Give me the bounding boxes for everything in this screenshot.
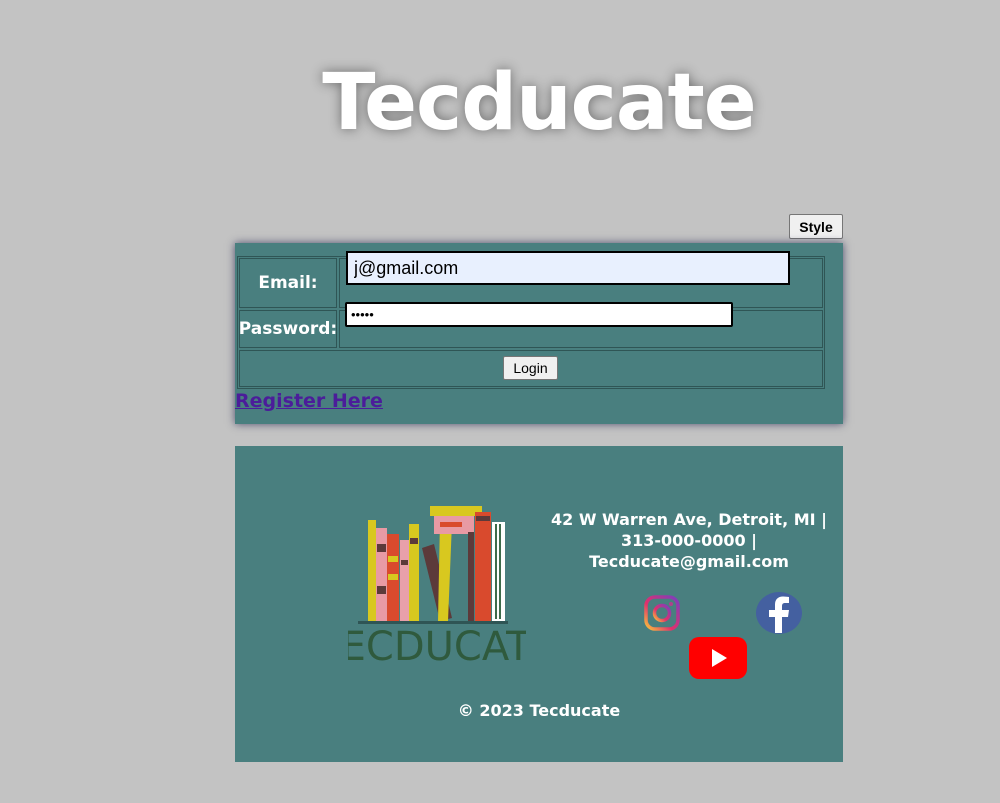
phone: 313-000-0000 | bbox=[620, 531, 758, 550]
copyright: © 2023 Tecducate bbox=[457, 701, 621, 720]
style-button[interactable]: Style bbox=[789, 214, 843, 239]
contact-email: Tecducate@gmail.com bbox=[589, 552, 789, 571]
address: 42 W Warren Ave, Detroit, MI | bbox=[551, 510, 827, 529]
password-field[interactable] bbox=[345, 302, 733, 327]
email-label: Email: bbox=[239, 258, 337, 308]
logo-wordmark: TECDUCATE bbox=[348, 624, 526, 666]
password-label: Password: bbox=[239, 310, 337, 348]
footer: TECDUCATE 42 W Warren Ave, Detroit, MI |… bbox=[235, 446, 843, 762]
youtube-icon[interactable] bbox=[689, 637, 747, 679]
instagram-icon[interactable] bbox=[643, 594, 681, 632]
tecducate-logo: TECDUCATE bbox=[348, 506, 526, 666]
site-title: Tecducate bbox=[322, 58, 756, 148]
login-button[interactable]: Login bbox=[503, 356, 558, 380]
login-panel: Email: Password: Login Register Here bbox=[235, 243, 843, 424]
contact-info: 42 W Warren Ave, Detroit, MI | 313-000-0… bbox=[548, 509, 830, 572]
register-link[interactable]: Register Here bbox=[235, 390, 383, 412]
email-field[interactable] bbox=[346, 251, 790, 285]
facebook-icon[interactable] bbox=[755, 591, 803, 635]
